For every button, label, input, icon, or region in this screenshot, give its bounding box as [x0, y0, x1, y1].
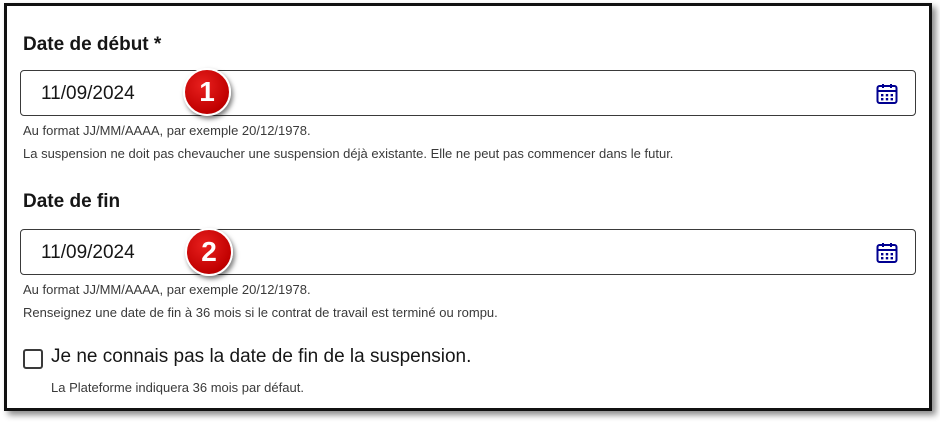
- step-badge-1: 1: [183, 68, 231, 116]
- end-date-input[interactable]: 11/09/2024: [20, 229, 916, 275]
- start-date-format-hint: Au format JJ/MM/AAAA, par exemple 20/12/…: [23, 123, 311, 138]
- start-date-value: 11/09/2024: [41, 83, 135, 104]
- step-badge-2: 2: [185, 228, 233, 276]
- calendar-icon[interactable]: [875, 82, 899, 106]
- unknown-end-date-hint: La Plateforme indiquera 36 mois par défa…: [51, 380, 304, 395]
- unknown-end-date-checkbox[interactable]: [23, 349, 43, 369]
- start-date-rule-hint: La suspension ne doit pas chevaucher une…: [23, 146, 674, 161]
- end-date-rule-hint: Renseignez une date de fin à 36 mois si …: [23, 305, 498, 320]
- start-date-label: Date de début *: [23, 34, 162, 55]
- unknown-end-date-label[interactable]: Je ne connais pas la date de fin de la s…: [51, 346, 471, 368]
- date-form-panel: Date de début * 11/09/2024 1 Au format J…: [4, 3, 932, 411]
- end-date-value: 11/09/2024: [41, 242, 135, 263]
- start-date-input[interactable]: 11/09/2024: [20, 70, 916, 116]
- end-date-label: Date de fin: [23, 191, 121, 212]
- calendar-icon[interactable]: [875, 241, 899, 265]
- end-date-format-hint: Au format JJ/MM/AAAA, par exemple 20/12/…: [23, 282, 311, 297]
